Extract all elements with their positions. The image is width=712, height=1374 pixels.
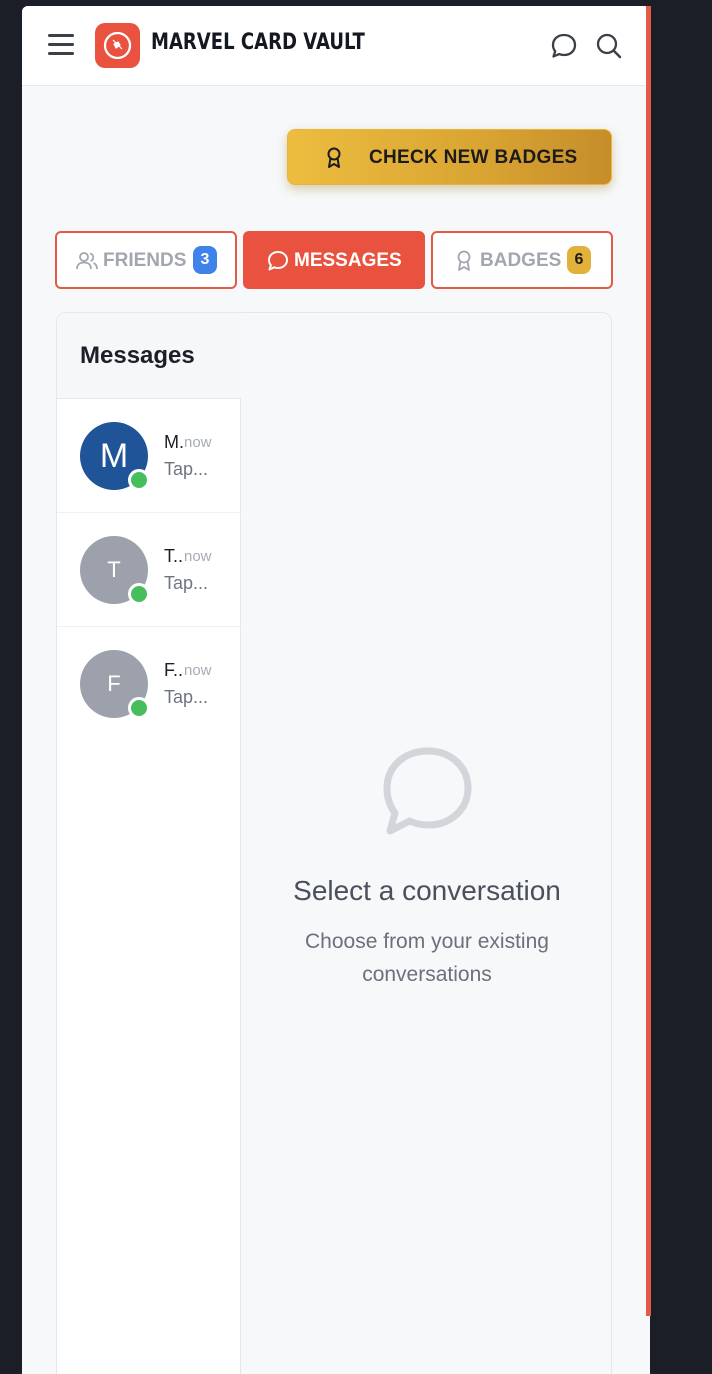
- conversation-list: Messages M M. now Tap... T T.. now Tap..…: [57, 313, 241, 1374]
- check-new-badges-label: CHECK NEW BADGES: [369, 147, 578, 168]
- conversation-list-header: Messages: [57, 313, 241, 399]
- hamburger-menu-icon[interactable]: [48, 34, 74, 56]
- shield-logo-icon[interactable]: [95, 23, 140, 68]
- conversation-item[interactable]: F F.. now Tap...: [57, 627, 241, 741]
- search-icon[interactable]: [594, 31, 624, 61]
- conversation-name: T..: [164, 546, 184, 566]
- app-brand-title: MARVEL CARD VAULT: [151, 30, 365, 55]
- tab-badges[interactable]: BADGES 6: [431, 231, 613, 289]
- app-window: MARVEL CARD VAULT CHECK NEW BADGES FRIEN…: [22, 6, 650, 1374]
- top-header: MARVEL CARD VAULT: [22, 6, 646, 86]
- conversation-preview: Tap...: [164, 573, 209, 593]
- conversation-time: now: [184, 434, 212, 451]
- award-ribbon-icon: [324, 146, 344, 175]
- window-edge: [646, 6, 651, 1316]
- conversation-item[interactable]: M M. now Tap...: [57, 399, 241, 513]
- conversation-preview: Tap...: [164, 459, 209, 479]
- users-icon: [75, 249, 99, 278]
- tab-badges-label: BADGES: [480, 250, 562, 271]
- chat-bubble-icon: [373, 743, 477, 852]
- conversation-time: now: [184, 662, 212, 679]
- chat-bubble-icon: [266, 249, 290, 278]
- messages-title: Messages: [80, 342, 195, 369]
- award-icon: [454, 249, 474, 278]
- online-status-dot: [128, 697, 150, 719]
- conversation-time: now: [184, 548, 212, 565]
- conversation-name: M.: [164, 432, 184, 452]
- tab-messages-label: MESSAGES: [294, 250, 402, 271]
- conversation-preview: Tap...: [164, 687, 209, 707]
- chat-bubble-icon[interactable]: [549, 31, 579, 61]
- empty-state-subtitle: Choose from your existing conversations: [305, 930, 549, 986]
- check-new-badges-button[interactable]: CHECK NEW BADGES: [287, 129, 612, 185]
- tab-friends-label: FRIENDS: [103, 250, 187, 271]
- tab-friends[interactable]: FRIENDS 3: [55, 231, 237, 289]
- conversation-name: F..: [164, 660, 184, 680]
- tab-messages[interactable]: MESSAGES: [243, 231, 425, 289]
- online-status-dot: [128, 469, 150, 491]
- empty-state-title: Select a conversation: [293, 875, 561, 906]
- friends-count-badge: 3: [193, 246, 217, 274]
- conversation-item[interactable]: T T.. now Tap...: [57, 513, 241, 627]
- badges-count-badge: 6: [567, 246, 591, 274]
- messages-panel: Messages M M. now Tap... T T.. now Tap..…: [56, 312, 612, 1374]
- online-status-dot: [128, 583, 150, 605]
